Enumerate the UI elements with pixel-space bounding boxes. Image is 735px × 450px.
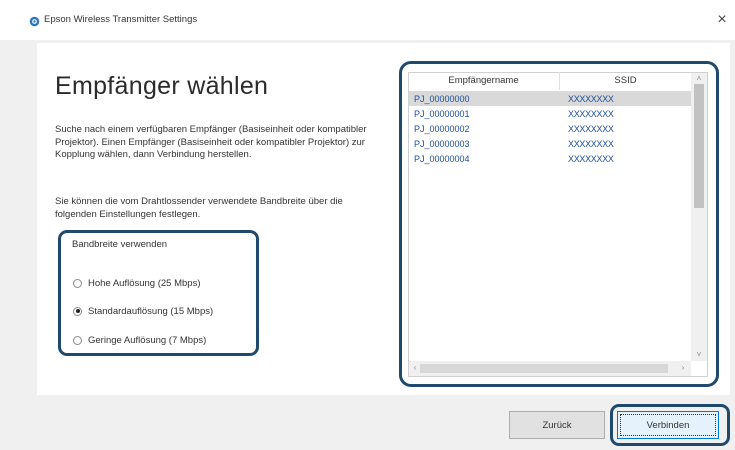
scroll-down-arrow-icon[interactable]: ˅: [693, 350, 705, 360]
settings-window: Epson Wireless Transmitter Settings × Em…: [0, 0, 735, 450]
back-button[interactable]: Zurück: [509, 411, 605, 439]
table-row[interactable]: PJ_00000004 XXXXXXXX: [409, 151, 691, 166]
receiver-name: PJ_00000000: [414, 93, 470, 104]
radio-standard-resolution[interactable]: Standardauflösung (15 Mbps): [73, 304, 213, 318]
horizontal-scrollbar-thumb[interactable]: [420, 364, 668, 373]
window-title: Epson Wireless Transmitter Settings: [44, 14, 198, 25]
radio-high-resolution[interactable]: Hohe Auflösung (25 Mbps): [73, 276, 200, 290]
page-title: Empfänger wählen: [55, 72, 269, 100]
close-button[interactable]: ×: [712, 9, 732, 31]
scroll-left-arrow-icon[interactable]: ‹: [409, 363, 421, 373]
column-header-name[interactable]: Empfängername: [408, 72, 560, 90]
receiver-ssid: XXXXXXXX: [568, 93, 614, 104]
radio-button-low[interactable]: [73, 335, 82, 345]
receiver-ssid: XXXXXXXX: [568, 153, 614, 164]
column-header-ssid[interactable]: SSID: [560, 72, 691, 90]
radio-label-high: Hohe Auflösung (25 Mbps): [88, 277, 201, 289]
receiver-name: PJ_00000002: [414, 123, 470, 134]
receiver-name: PJ_00000003: [414, 138, 470, 149]
radio-button-high[interactable]: [73, 278, 82, 288]
title-bar: Epson Wireless Transmitter Settings ×: [0, 0, 735, 40]
epson-app-icon: [29, 16, 40, 27]
bandwidth-description-text: Sie können die vom Drahtlossender verwen…: [55, 196, 343, 220]
radio-label-low: Geringe Auflösung (7 Mbps): [88, 334, 207, 346]
scroll-right-arrow-icon[interactable]: ›: [677, 363, 689, 373]
radio-button-standard[interactable]: [73, 306, 82, 316]
description-text: Suche nach einem verfügbaren Empfänger (…: [55, 124, 367, 160]
radio-low-resolution[interactable]: Geringe Auflösung (7 Mbps): [73, 333, 206, 347]
bandwidth-group-title: Bandbreite verwenden: [72, 239, 168, 250]
scroll-up-arrow-icon[interactable]: ˄: [693, 74, 705, 84]
receiver-name: PJ_00000001: [414, 108, 470, 119]
table-row[interactable]: PJ_00000003 XXXXXXXX: [409, 136, 691, 151]
table-row[interactable]: PJ_00000002 XXXXXXXX: [409, 121, 691, 136]
table-row[interactable]: PJ_00000001 XXXXXXXX: [409, 106, 691, 121]
connect-button[interactable]: Verbinden: [617, 411, 719, 439]
receiver-ssid: XXXXXXXX: [568, 138, 614, 149]
vertical-scrollbar-thumb[interactable]: [694, 84, 704, 208]
receiver-ssid: XXXXXXXX: [568, 108, 614, 119]
table-row[interactable]: PJ_00000000 XXXXXXXX: [409, 91, 691, 106]
radio-label-standard: Standardauflösung (15 Mbps): [88, 305, 214, 317]
receiver-name: PJ_00000004: [414, 153, 470, 164]
receiver-ssid: XXXXXXXX: [568, 123, 614, 134]
receiver-rows: PJ_00000000 XXXXXXXX PJ_00000001 XXXXXXX…: [409, 91, 691, 166]
receiver-list-header: Empfängername SSID: [408, 72, 691, 90]
